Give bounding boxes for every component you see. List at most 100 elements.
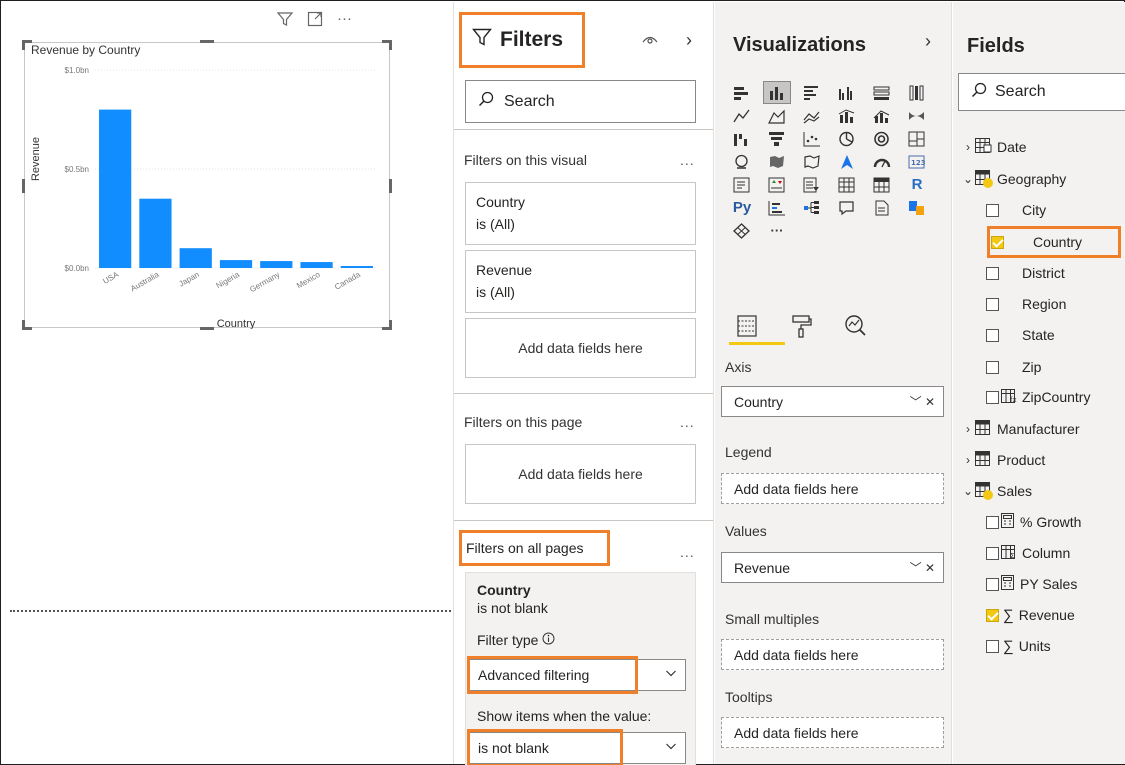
line-and-clustered-column-icon[interactable]: [869, 105, 895, 126]
more-options-icon[interactable]: ...: [680, 414, 695, 430]
more-options-icon[interactable]: ...: [680, 544, 695, 560]
chevron-down-close-icon[interactable]: ﹀ ✕: [910, 393, 935, 410]
line-chart-icon[interactable]: [729, 105, 755, 126]
table-product[interactable]: › Product: [961, 447, 1045, 473]
ribbon-chart-icon[interactable]: [904, 105, 930, 126]
checkbox[interactable]: [986, 360, 999, 374]
eye-icon[interactable]: [642, 32, 658, 48]
legend-well[interactable]: Add data fields here: [721, 473, 944, 504]
analytics-magnifier-icon[interactable]: [843, 314, 867, 343]
checkbox[interactable]: [986, 546, 999, 560]
checkbox[interactable]: [986, 577, 999, 591]
add-data-fields-page[interactable]: Add data fields here: [465, 444, 696, 504]
filter-card-country[interactable]: Country is (All): [465, 182, 696, 245]
matrix-icon[interactable]: [869, 174, 895, 195]
format-paintbrush-icon[interactable]: [789, 314, 813, 343]
chevron-down-icon[interactable]: ⌄: [961, 172, 975, 186]
field-zip[interactable]: Zip: [986, 354, 1041, 380]
key-influencers-icon[interactable]: [764, 197, 790, 218]
bar-chart-visual[interactable]: $1.0bn $0.5bn $0.0bn USA Australia Japan Niger…: [22, 40, 392, 330]
clustered-column-chart-icon[interactable]: [834, 82, 860, 103]
stacked-bar-chart-icon[interactable]: [729, 82, 755, 103]
focus-mode-icon[interactable]: [307, 11, 323, 27]
azure-map-icon[interactable]: [834, 151, 860, 172]
checkbox[interactable]: [986, 515, 999, 529]
scatter-chart-icon[interactable]: [799, 128, 825, 149]
table-sales[interactable]: ⌄ Sales: [961, 478, 1032, 504]
chevron-down-close-icon[interactable]: ﹀ ✕: [910, 559, 935, 576]
info-icon[interactable]: [542, 632, 555, 648]
filter-icon[interactable]: [277, 11, 293, 27]
checkbox[interactable]: [986, 328, 999, 342]
treemap-icon[interactable]: [904, 128, 930, 149]
decomposition-tree-icon[interactable]: [799, 197, 825, 218]
filter-card-revenue[interactable]: Revenue is (All): [465, 250, 696, 313]
shape-map-icon[interactable]: [799, 151, 825, 172]
100-column-chart-icon[interactable]: [904, 82, 930, 103]
qa-visual-icon[interactable]: [834, 197, 860, 218]
tooltips-well[interactable]: Add data fields here: [721, 717, 944, 748]
line-and-column-chart-icon[interactable]: [834, 105, 860, 126]
multi-row-card-icon[interactable]: [729, 174, 755, 195]
more-visuals-icon[interactable]: ···: [764, 220, 790, 241]
gauge-icon[interactable]: [869, 151, 895, 172]
checkbox[interactable]: [986, 639, 999, 653]
clustered-bar-chart-icon[interactable]: [799, 82, 825, 103]
filled-map-icon[interactable]: [764, 151, 790, 172]
chevron-right-icon[interactable]: ›: [961, 453, 975, 467]
fields-search-input[interactable]: Search: [958, 73, 1125, 111]
python-visual-icon[interactable]: Py: [729, 197, 755, 218]
table-date[interactable]: › Date: [961, 134, 1027, 160]
power-apps-icon[interactable]: [729, 220, 755, 241]
small-multiples-well[interactable]: Add data fields here: [721, 639, 944, 670]
field-revenue[interactable]: ∑ Revenue: [986, 602, 1075, 628]
chevron-right-icon[interactable]: ›: [961, 140, 975, 154]
funnel-chart-icon[interactable]: [764, 128, 790, 149]
pie-chart-icon[interactable]: [834, 128, 860, 149]
donut-chart-icon[interactable]: [869, 128, 895, 149]
field-column[interactable]: Σ Column: [986, 540, 1070, 566]
checkbox[interactable]: [986, 297, 999, 311]
r-visual-icon[interactable]: R: [904, 174, 930, 195]
waterfall-chart-icon[interactable]: [729, 128, 755, 149]
100-bar-chart-icon[interactable]: [869, 82, 895, 103]
chevron-right-icon[interactable]: ›: [686, 30, 692, 51]
checkbox[interactable]: [986, 266, 999, 280]
report-canvas[interactable]: ··· $1.0bn $0.5bn $0.0bn USA Australia Japan N…: [2, 2, 455, 764]
more-options-icon[interactable]: ···: [337, 10, 352, 27]
stacked-column-chart-icon[interactable]: [763, 81, 791, 104]
kpi-icon[interactable]: [764, 174, 790, 195]
field-city[interactable]: City: [986, 197, 1046, 223]
field-growth[interactable]: % Growth: [986, 509, 1081, 535]
add-data-fields-visual[interactable]: Add data fields here: [465, 318, 696, 378]
field-district[interactable]: District: [986, 260, 1065, 286]
field-py-sales[interactable]: PY Sales: [986, 571, 1077, 597]
paginated-report-icon[interactable]: [904, 197, 930, 218]
more-options-icon[interactable]: ...: [680, 152, 695, 168]
highlight-box: [467, 656, 638, 694]
filters-search-input[interactable]: Search: [465, 80, 696, 123]
fields-tab-icon[interactable]: [735, 314, 759, 343]
field-state[interactable]: State: [986, 322, 1055, 348]
slicer-icon[interactable]: [799, 174, 825, 195]
chevron-down-icon[interactable]: ⌄: [961, 484, 975, 498]
smart-narrative-icon[interactable]: [869, 197, 895, 218]
checkbox[interactable]: [986, 390, 999, 404]
field-region[interactable]: Region: [986, 291, 1066, 317]
table-geography[interactable]: ⌄ Geography: [961, 166, 1066, 192]
in-use-badge: [983, 490, 993, 500]
checkbox[interactable]: [986, 203, 999, 217]
chevron-right-icon[interactable]: ›: [925, 31, 931, 52]
map-icon[interactable]: [729, 151, 755, 172]
values-well-field[interactable]: Revenue ﹀ ✕: [721, 552, 944, 583]
stacked-area-chart-icon[interactable]: [799, 105, 825, 126]
card-icon[interactable]: 123: [904, 151, 930, 172]
area-chart-icon[interactable]: [764, 105, 790, 126]
axis-well-field[interactable]: Country ﹀ ✕: [721, 386, 944, 417]
field-zipcountry[interactable]: fx ZipCountry: [986, 384, 1090, 410]
checkbox-checked[interactable]: [986, 608, 999, 622]
field-units[interactable]: ∑ Units: [986, 633, 1051, 659]
table-icon[interactable]: [834, 174, 860, 195]
table-manufacturer[interactable]: › Manufacturer: [961, 416, 1079, 442]
chevron-right-icon[interactable]: ›: [961, 422, 975, 436]
